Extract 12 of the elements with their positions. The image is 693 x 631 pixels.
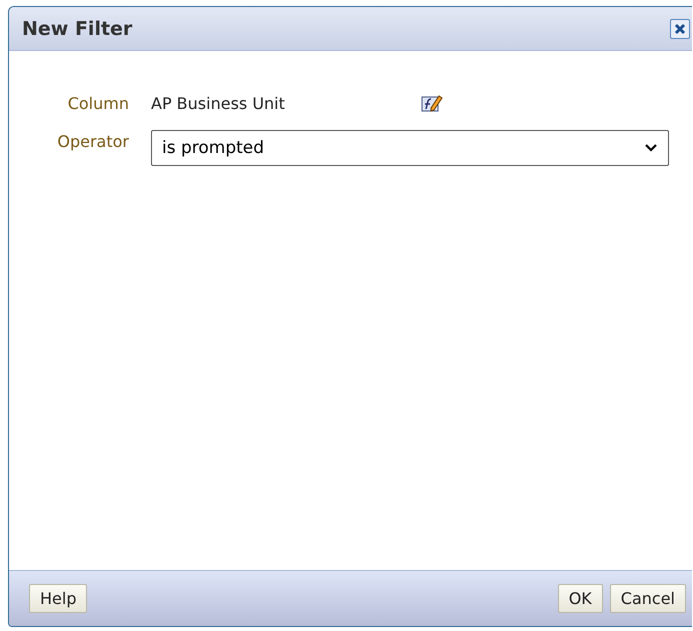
field-label: Operator xyxy=(56,132,130,150)
dialog-button[interactable]: Help xyxy=(29,584,88,613)
column-value: AP Business Unit xyxy=(151,94,286,112)
close-button[interactable] xyxy=(670,18,690,38)
chevron-down-icon xyxy=(644,143,658,153)
close-icon xyxy=(673,22,687,36)
dialog-button[interactable]: OK xyxy=(558,584,603,613)
field-label: Column xyxy=(66,94,130,112)
operator-dropdown[interactable]: is prompted xyxy=(151,130,669,166)
window-title: New Filter xyxy=(22,18,132,40)
formula-edit-icon[interactable] xyxy=(421,93,443,113)
dialog-button[interactable]: Cancel xyxy=(610,584,686,613)
